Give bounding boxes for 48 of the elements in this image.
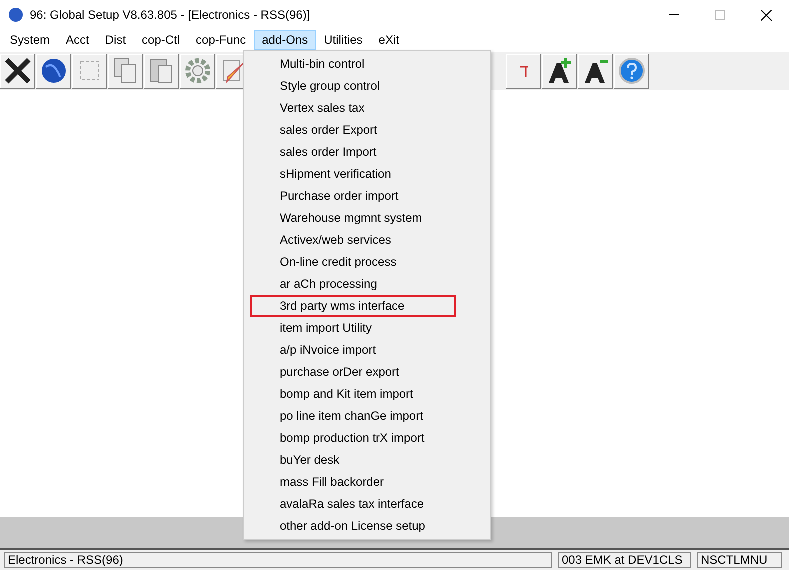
menu-item[interactable]: Vertex sales tax: [250, 97, 456, 119]
menu-item[interactable]: bomp and Kit item import: [250, 383, 456, 405]
menu-item[interactable]: a/p iNvoice import: [250, 339, 456, 361]
toolbar-button[interactable]: [0, 54, 35, 88]
menu-item[interactable]: cop-Ctl: [134, 30, 188, 50]
menu-item[interactable]: Activex/web services: [250, 229, 456, 251]
menu-item[interactable]: Utilities: [316, 30, 371, 50]
globe-icon: [40, 57, 68, 85]
menu-item[interactable]: Multi-bin control: [250, 53, 456, 75]
copy-icon: [112, 57, 138, 85]
menu-item[interactable]: eXit: [370, 30, 408, 50]
menu-item[interactable]: add-Ons: [254, 30, 316, 50]
status-panel: Electronics - RSS(96): [4, 552, 552, 568]
menu-item[interactable]: System: [2, 30, 58, 50]
menu-item[interactable]: po line item chanGe import: [250, 405, 456, 427]
close-icon: [760, 10, 772, 20]
dashed-square-icon: [78, 60, 100, 82]
globe-icon: [8, 7, 24, 23]
toolbar-button[interactable]: [542, 54, 577, 88]
menu-item[interactable]: other add-on License setup: [250, 515, 456, 537]
menu-item[interactable]: Purchase order import: [250, 185, 456, 207]
status-panel: NSCTLMNU: [697, 552, 782, 568]
menu-item[interactable]: Style group control: [250, 75, 456, 97]
menu-item[interactable]: avalaRa sales tax interface: [250, 493, 456, 515]
clipboard-icon: [148, 57, 174, 85]
menu-item[interactable]: item import Utility: [250, 317, 456, 339]
toolbar-button[interactable]: [578, 54, 613, 88]
menu-item[interactable]: sales order Import: [250, 141, 456, 163]
menu-item[interactable]: mass Fill backorder: [250, 471, 456, 493]
maximize-icon: [715, 10, 725, 20]
close-icon: [4, 57, 32, 85]
menu-item[interactable]: 3rd party wms interface: [250, 295, 456, 317]
help-icon: [618, 57, 646, 85]
status-panel: 003 EMK at DEV1CLS: [558, 552, 691, 568]
menu-item[interactable]: bomp production trX import: [250, 427, 456, 449]
window-title: 96: Global Setup V8.63.805 - [Electronics - RSS(96)]: [30, 8, 310, 22]
menu-item[interactable]: sHipment verification: [250, 163, 456, 185]
menu-item[interactable]: Dist: [97, 30, 134, 50]
gear-icon: [184, 57, 212, 85]
menu-item[interactable]: Warehouse mgmnt system: [250, 207, 456, 229]
menu-item[interactable]: On-line credit process: [250, 251, 456, 273]
menu-item[interactable]: purchase orDer export: [250, 361, 456, 383]
toolbar-button[interactable]: [36, 54, 71, 88]
menu-item[interactable]: cop-Func: [188, 30, 254, 50]
menu-item[interactable]: ar aCh processing: [250, 273, 456, 295]
menu-item[interactable]: buYer desk: [250, 449, 456, 471]
menu-item[interactable]: Acct: [58, 30, 98, 50]
menu-item[interactable]: sales order Export: [250, 119, 456, 141]
